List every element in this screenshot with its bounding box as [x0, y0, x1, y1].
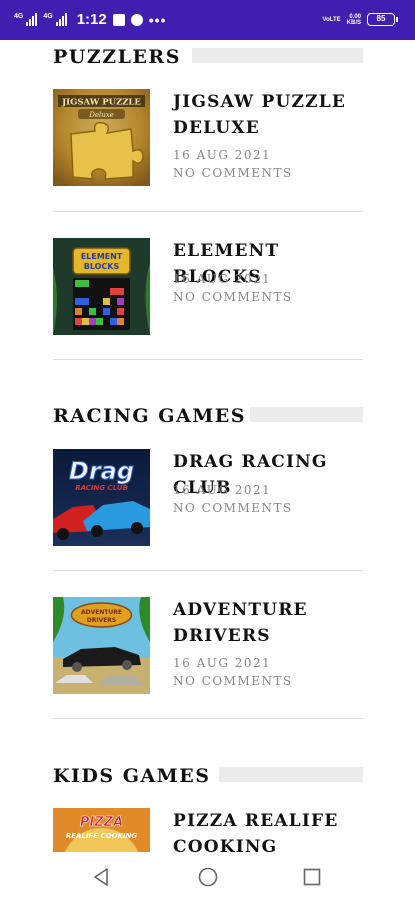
jigsaw-thumb-title: JIGSAW PUZZLE [61, 98, 141, 108]
square-recents-icon[interactable] [301, 866, 323, 888]
volte-indicator: VoLTE [323, 17, 341, 23]
element-blocks-thumbnail-image: ELEMENT BLOCKS [53, 238, 150, 335]
section-title-bar [219, 767, 363, 782]
sim1-network-label: 4G [14, 13, 24, 20]
adventure-drivers-thumbnail-image: ADVENTURE DRIVERS [53, 597, 150, 694]
clock: 1:12 [76, 11, 107, 28]
drag-thumb-title: Drag [69, 457, 134, 485]
post-comments[interactable]: NO COMMENTS [173, 499, 363, 517]
network-speed-unit: KB/S [346, 19, 361, 26]
section-title-bar [192, 48, 363, 63]
sim2-network-label: 4G [43, 13, 53, 20]
circle-home-icon[interactable] [197, 866, 219, 888]
jigsaw-thumb-subtitle: Deluxe [88, 111, 114, 119]
post-title[interactable]: JIGSAW PUZZLE DELUXE [173, 89, 368, 141]
post-date: 16 AUG 2021 [173, 656, 272, 670]
pizza-thumb-subtitle: REALIFE COOKING [66, 832, 138, 840]
pizza-thumb-title: PIZZA [80, 815, 123, 830]
post-thumbnail[interactable]: PIZZA REALIFE COOKING [53, 808, 150, 852]
element-thumb-subtitle: BLOCKS [84, 262, 120, 271]
adventure-thumb-subtitle: DRIVERS [87, 617, 117, 624]
post-date: 16 AUG 2021 [173, 148, 272, 162]
network-speed: 0.00 KB/S [347, 14, 361, 26]
help-notification-icon [130, 13, 143, 26]
section-title-puzzlers: PUZZLERS [53, 46, 181, 68]
post-pizza-realife-cooking[interactable]: PIZZA REALIFE COOKING PIZZA REALIFE COOK… [53, 808, 363, 852]
section-title-kids-games: KIDS GAMES [53, 765, 211, 787]
notification-icon [112, 13, 125, 26]
volte-label: VoLTE [322, 16, 341, 23]
post-title[interactable]: ADVENTURE DRIVERS [173, 597, 368, 649]
divider [53, 718, 363, 719]
element-thumb-title: ELEMENT [81, 252, 123, 261]
drag-racing-thumbnail-image: Drag RACING CLUB [53, 449, 150, 546]
post-date: 16 AUG 2021 [173, 272, 272, 286]
status-bar-right: VoLTE 0.00 KB/S 85 [323, 13, 398, 26]
post-jigsaw-puzzle-deluxe[interactable]: JIGSAW PUZZLE Deluxe JIGSAW PUZZLE DELUX… [53, 89, 363, 189]
post-thumbnail[interactable]: ADVENTURE DRIVERS [53, 597, 150, 694]
drag-thumb-subtitle: RACING CLUB [75, 484, 128, 492]
post-comments[interactable]: NO COMMENTS [173, 164, 363, 182]
post-thumbnail[interactable]: ELEMENT BLOCKS [53, 238, 150, 335]
triangle-back-icon[interactable] [90, 866, 112, 888]
battery-level: 85 [376, 14, 386, 23]
post-date: 16 AUG 2021 [173, 483, 272, 497]
adventure-thumb-title: ADVENTURE [81, 609, 122, 616]
divider [53, 211, 363, 212]
post-title[interactable]: PIZZA REALIFE COOKING [173, 808, 363, 852]
status-bar: 4G 4G 1:12 ••• VoLTE 0.00 KB/S 85 [0, 0, 415, 40]
sim2-signal-icon: 4G [43, 13, 67, 26]
pizza-thumbnail-image: PIZZA REALIFE COOKING [53, 808, 150, 852]
system-navigation-bar [0, 852, 415, 900]
post-drag-racing-club[interactable]: Drag RACING CLUB DRAG RACING CLUB 16 AUG… [53, 449, 363, 549]
more-notifications-icon: ••• [148, 11, 167, 28]
divider [53, 570, 363, 571]
post-adventure-drivers[interactable]: ADVENTURE DRIVERS ADVENTURE DRIVERS 16 A… [53, 597, 363, 697]
post-thumbnail[interactable]: Drag RACING CLUB [53, 449, 150, 546]
battery-icon: 85 [367, 13, 398, 26]
jigsaw-puzzle-thumbnail-image: JIGSAW PUZZLE Deluxe [53, 89, 150, 186]
status-bar-left: 4G 4G 1:12 ••• [14, 11, 166, 28]
section-title-racing-games: RACING GAMES [53, 405, 246, 427]
section-title-bar [250, 407, 363, 422]
post-comments[interactable]: NO COMMENTS [173, 288, 363, 306]
post-element-blocks[interactable]: ELEMENT BLOCKS ELEMENT BLOCKS 16 AUG 202… [53, 238, 363, 338]
sim1-signal-icon: 4G [14, 13, 38, 26]
post-thumbnail[interactable]: JIGSAW PUZZLE Deluxe [53, 89, 150, 186]
network-speed-value: 0.00 [349, 13, 361, 20]
post-comments[interactable]: NO COMMENTS [173, 672, 363, 690]
divider [53, 359, 363, 360]
